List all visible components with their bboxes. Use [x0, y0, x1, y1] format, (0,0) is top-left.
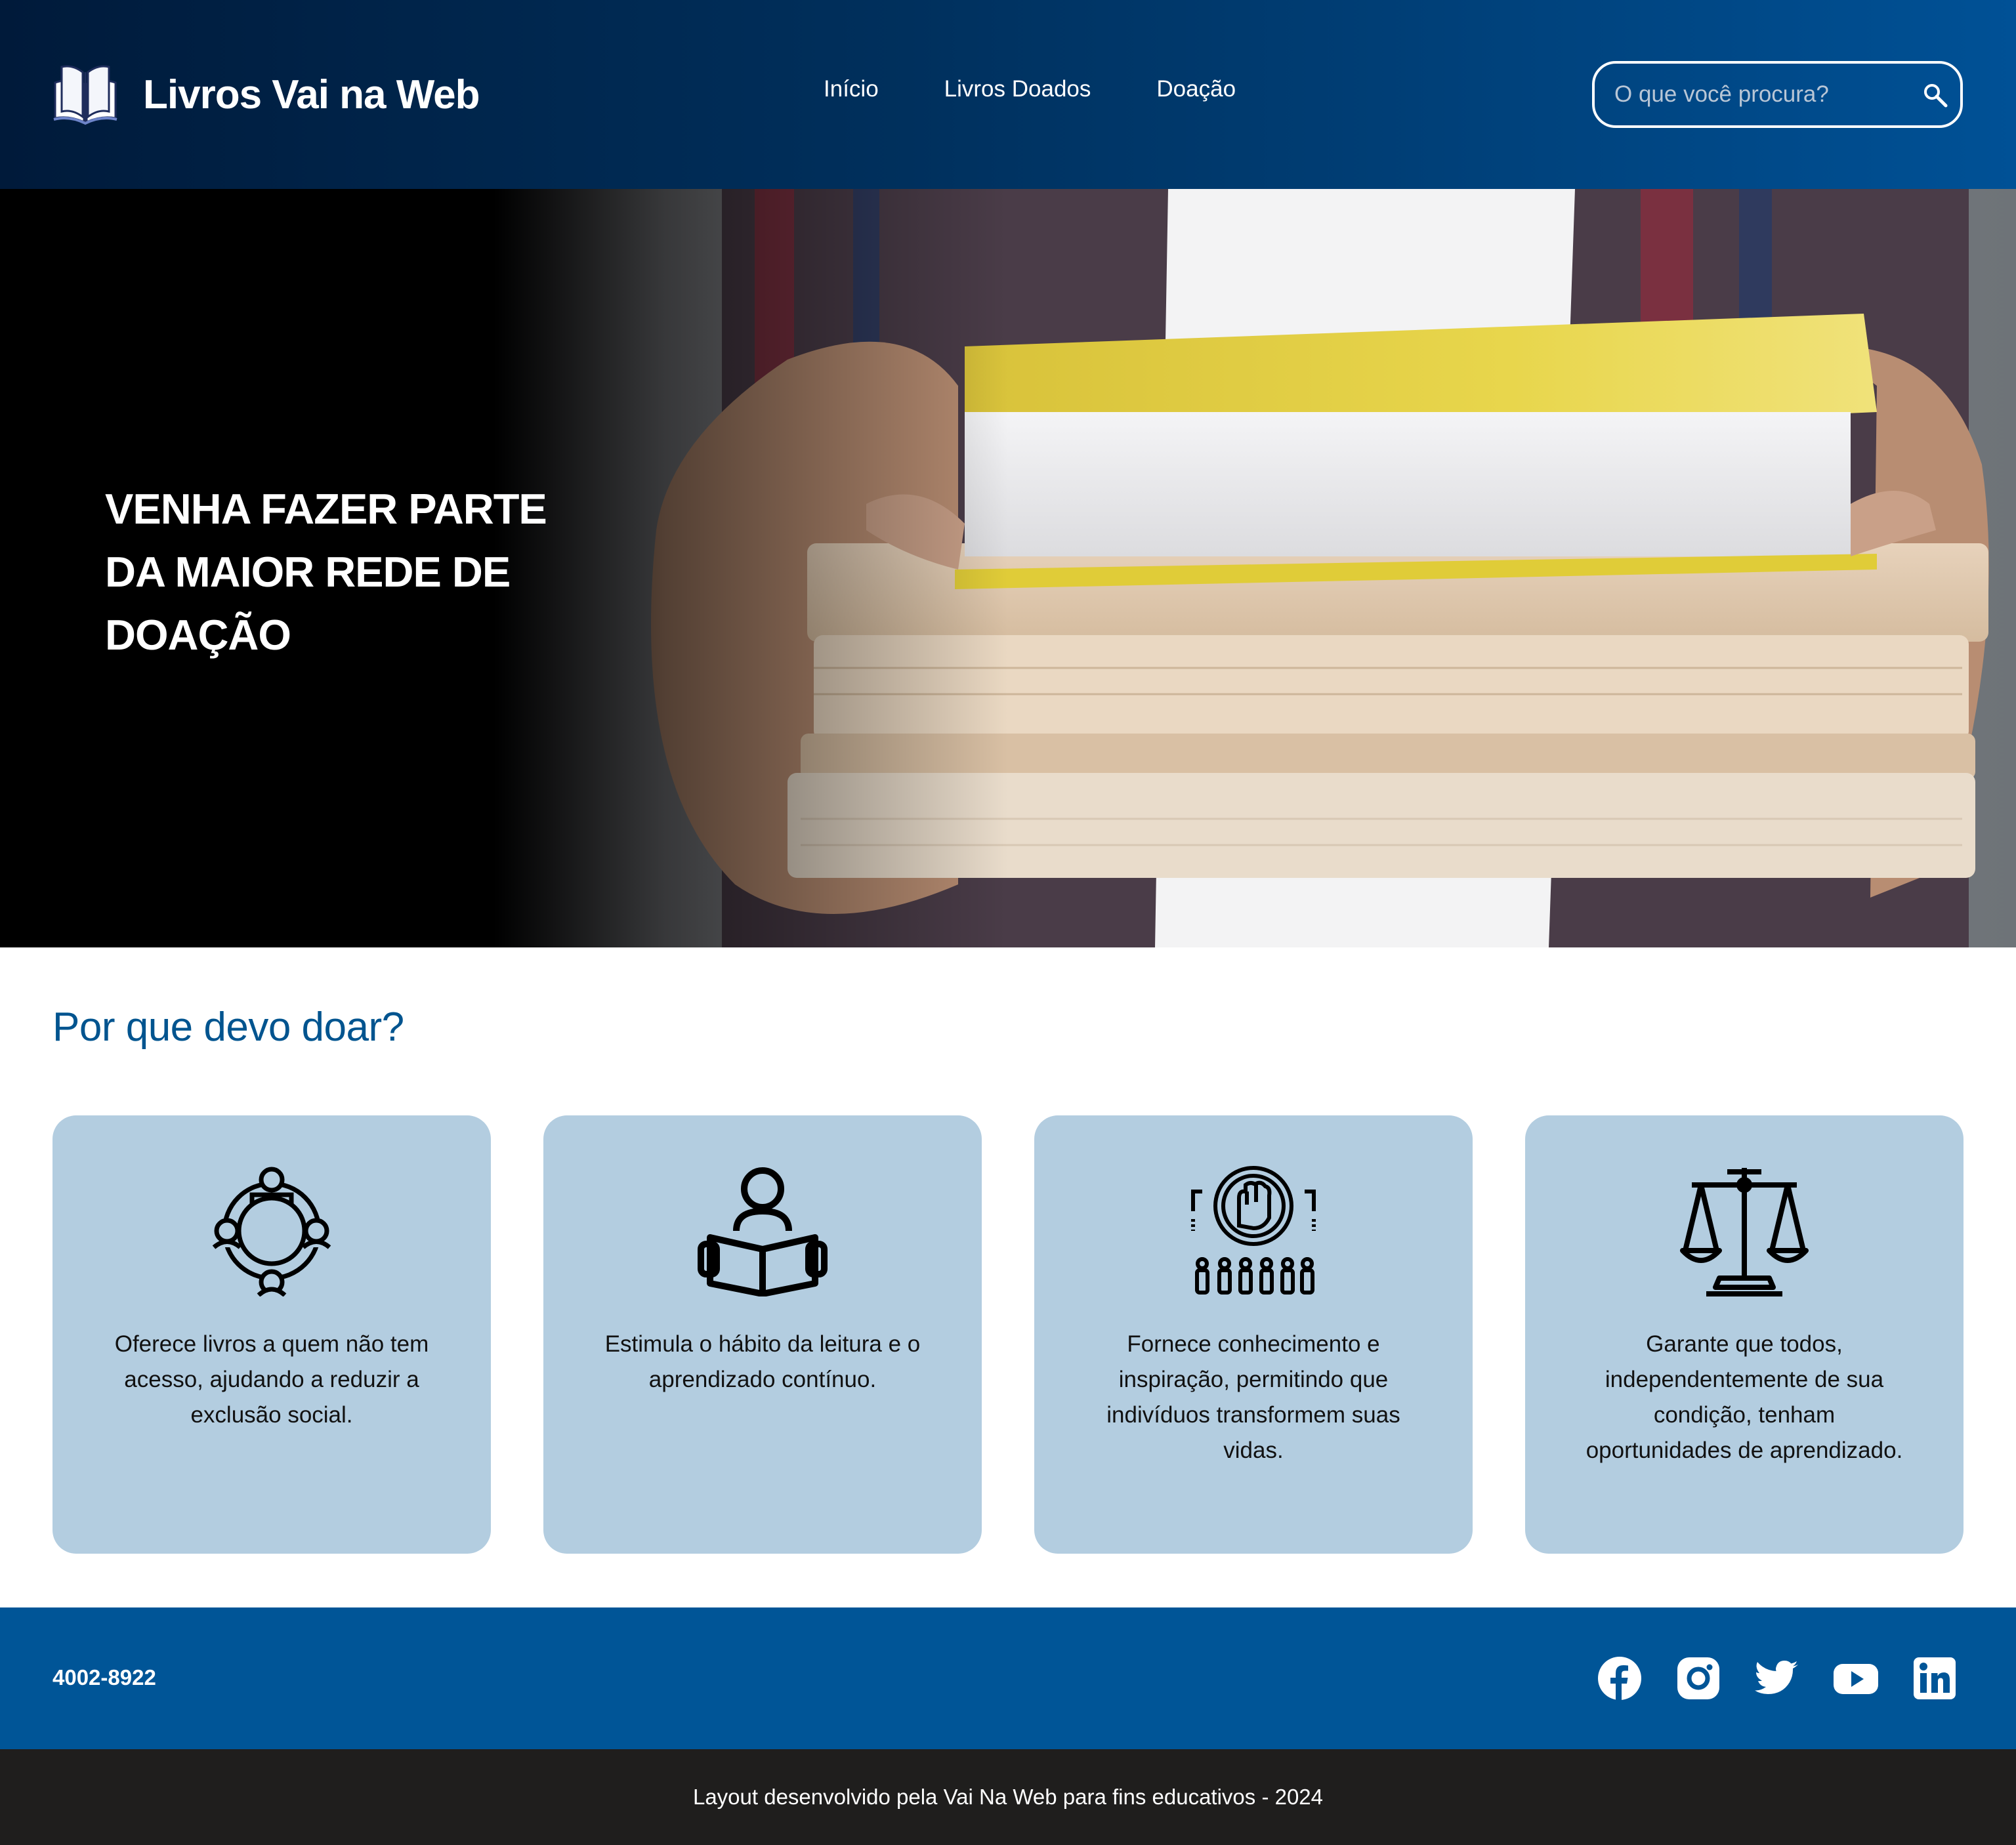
footer-contact-bar: 4002-8922 — [0, 1607, 2016, 1749]
instagram-icon[interactable] — [1676, 1656, 1721, 1701]
footer-credits-bar: Layout desenvolvido pela Vai Na Web para… — [0, 1749, 2016, 1845]
search-icon[interactable] — [1922, 82, 1948, 108]
hero-line-3: DOAÇÃO — [105, 611, 291, 659]
youtube-icon[interactable] — [1834, 1656, 1878, 1701]
reason-card: Fornece conhecimento e inspiração, permi… — [1034, 1115, 1473, 1554]
twitter-icon[interactable] — [1755, 1656, 1799, 1701]
reasons-cards: Oferece livros a quem não tem acesso, aj… — [52, 1115, 1964, 1554]
nav-livros-doados[interactable]: Livros Doados — [944, 76, 1091, 102]
hero-line-2: DA MAIOR REDE DE — [105, 548, 511, 596]
reason-text: Oferece livros a quem não tem acesso, aj… — [114, 1331, 429, 1428]
credits-text: Layout desenvolvido pela Vai Na Web para… — [692, 1785, 1324, 1809]
linkedin-icon[interactable] — [1912, 1656, 1957, 1701]
facebook-icon[interactable] — [1597, 1656, 1642, 1701]
reason-card: Oferece livros a quem não tem acesso, aj… — [52, 1115, 491, 1554]
justice-scale-icon — [1680, 1168, 1809, 1296]
raised-fist-people-icon — [1191, 1166, 1316, 1295]
hero-banner: VENHA FAZER PARTE DA MAIOR REDE DE DOAÇÃ… — [0, 189, 2016, 947]
brand-logo[interactable]: Livros Vai na Web — [52, 63, 480, 126]
reader-book-icon — [698, 1167, 828, 1296]
search-input[interactable] — [1614, 81, 1903, 108]
reason-text: Fornece conhecimento e inspiração, permi… — [1106, 1331, 1400, 1463]
main-nav: Início Livros Doados Doação — [824, 76, 1301, 102]
search-box — [1592, 61, 1963, 128]
reason-text: Estimula o hábito da leitura e o aprendi… — [604, 1331, 921, 1392]
reason-card: Garante que todos, independentemente de … — [1525, 1115, 1964, 1554]
section-title: Por que devo doar? — [52, 1005, 404, 1050]
nav-inicio[interactable]: Início — [824, 76, 879, 102]
site-header: Livros Vai na Web Início Livros Doados D… — [0, 0, 2016, 189]
hero-headline: VENHA FAZER PARTE DA MAIOR REDE DE DOAÇÃ… — [105, 478, 578, 667]
phone-number[interactable]: 4002-8922 — [52, 1665, 156, 1690]
brand-name: Livros Vai na Web — [143, 72, 480, 117]
community-circle-icon — [212, 1167, 331, 1296]
reason-card: Estimula o hábito da leitura e o aprendi… — [543, 1115, 982, 1554]
nav-doacao[interactable]: Doação — [1156, 76, 1236, 102]
hero-line-1: VENHA FAZER PARTE — [105, 485, 547, 533]
reason-text: Garante que todos, independentemente de … — [1586, 1331, 1903, 1463]
social-links — [1597, 1656, 1957, 1701]
open-book-icon — [53, 65, 117, 125]
